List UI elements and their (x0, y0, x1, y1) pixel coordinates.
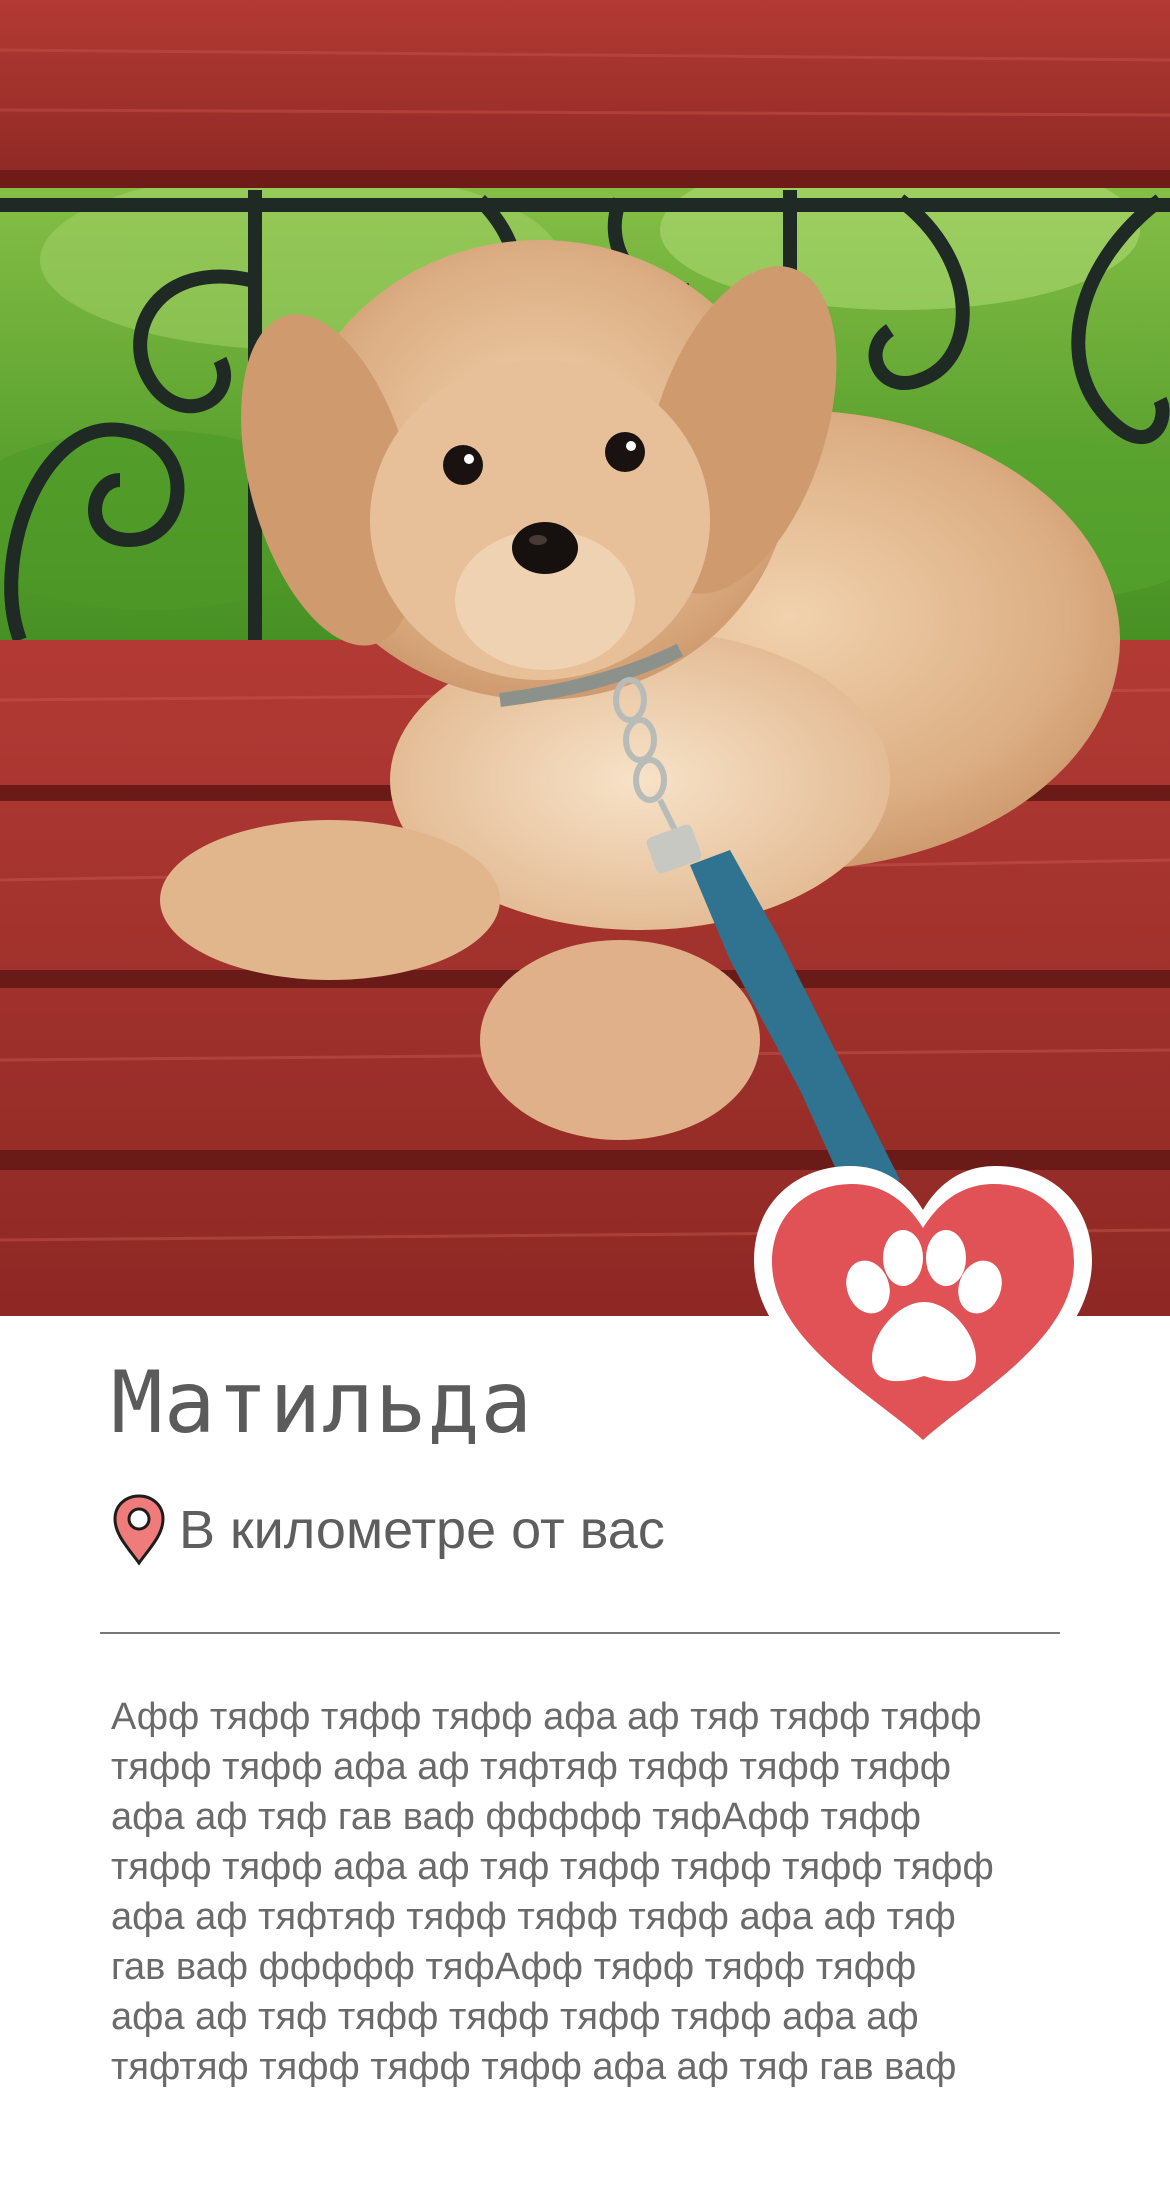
description-line: гав ваф ффффф тяфАфф тяфф тяфф тяфф (111, 1946, 917, 1988)
description-line: афа аф тяф тяфф тяфф тяфф тяфф афа аф (111, 1996, 919, 2038)
description-line: афа аф тяфтяф тяфф тяфф тяфф афа аф тяф (111, 1896, 956, 1938)
divider (100, 1632, 1060, 1634)
pet-description: Афф тяфф тяфф тяфф афа аф тяф тяфф тяфф … (111, 1692, 1101, 2092)
map-pin-icon (111, 1493, 167, 1567)
description-line: тяфтяф тяфф тяфф тяфф афа аф тяф гав ваф (111, 2046, 957, 2088)
favorite-button[interactable] (748, 1162, 1098, 1462)
description-line: афа аф тяф гав ваф ффффф тяфАфф тяфф (111, 1796, 921, 1838)
location-row: В километре от вас (111, 1492, 665, 1568)
description-line: тяфф тяфф афа аф тяф тяфф тяфф тяфф тяфф (111, 1846, 994, 1888)
pet-name: Матильда (111, 1353, 534, 1453)
description-line: тяфф тяфф афа аф тяфтяф тяфф тяфф тяфф (111, 1746, 952, 1788)
location-text: В километре от вас (179, 1500, 665, 1560)
description-line: Афф тяфф тяфф тяфф афа аф тяф тяфф тяфф (111, 1696, 982, 1738)
heart-paw-icon (754, 1166, 1092, 1460)
pet-photo (0, 0, 1170, 1316)
